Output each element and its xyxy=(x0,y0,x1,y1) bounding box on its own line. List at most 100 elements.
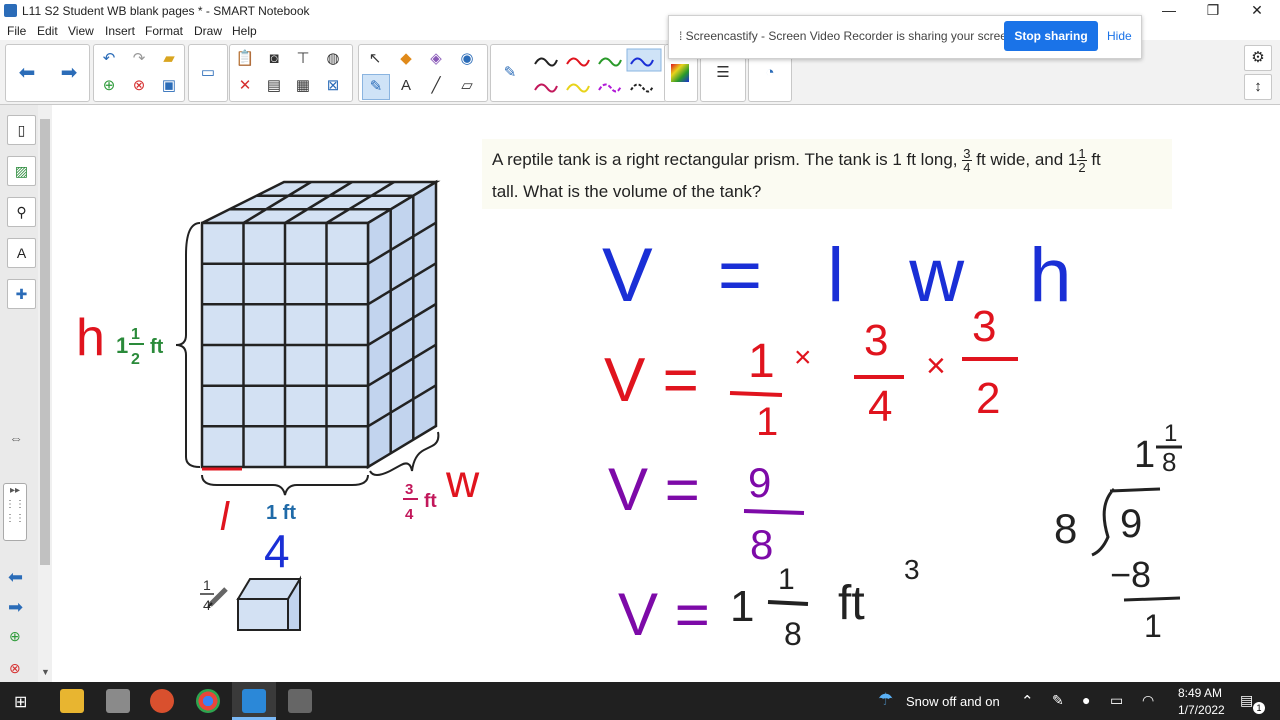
paste-icon[interactable]: 📋 xyxy=(232,47,258,71)
svg-text:−8: −8 xyxy=(1110,554,1151,595)
gallery-icon[interactable]: ▨ xyxy=(7,156,36,186)
equation-substitution: V = 1 1 × 3 4 × 3 2 xyxy=(604,302,1018,444)
properties-icon[interactable]: A xyxy=(7,238,36,268)
save-icon[interactable]: ▣ xyxy=(156,74,182,98)
menu-edit[interactable]: Edit xyxy=(37,24,58,38)
pen-menu-icon[interactable]: ✎ xyxy=(1052,692,1064,709)
svg-text:8: 8 xyxy=(750,521,773,568)
hide-button[interactable]: Hide xyxy=(1107,29,1132,43)
svg-text:V =: V = xyxy=(604,346,699,415)
svg-text:×: × xyxy=(794,341,812,374)
smart-tools-icon[interactable]: ◍ xyxy=(320,47,346,71)
eraser-icon[interactable]: ◈ xyxy=(423,47,449,71)
svg-text:3: 3 xyxy=(405,481,413,498)
line-style-icon[interactable]: ☰ xyxy=(710,61,736,85)
next-page-icon[interactable]: ➡ xyxy=(56,61,82,85)
menu-file[interactable]: File xyxy=(7,24,26,38)
menu-draw[interactable]: Draw xyxy=(194,24,222,38)
previous-page-sidebar-icon[interactable]: ⬅ xyxy=(8,567,23,588)
settings-gear-icon[interactable]: ⚙ xyxy=(1244,45,1272,71)
vertical-scrollbar[interactable]: ▼ xyxy=(38,105,52,682)
screen-capture-icon[interactable]: ◙ xyxy=(261,47,287,71)
camera-app-icon[interactable] xyxy=(288,689,312,713)
eraser-tool-icon[interactable]: ▱ xyxy=(454,74,480,98)
table-icon[interactable]: ▦ xyxy=(290,74,316,98)
start-windows-icon[interactable]: ⊞ xyxy=(14,692,27,712)
svg-text:1: 1 xyxy=(1164,420,1177,447)
svg-text:4: 4 xyxy=(405,506,414,523)
resize-sidebar-icon[interactable]: ⇔ xyxy=(9,430,23,446)
pens-icon[interactable]: ✎ xyxy=(362,74,390,100)
collapse-handle-icon[interactable]: ▸▸ ⋮⋮ ⋮⋮ xyxy=(3,483,27,541)
display-screen-icon[interactable]: ▭ xyxy=(195,61,221,85)
width-label: 3 4 ft xyxy=(403,481,437,523)
menu-help[interactable]: Help xyxy=(232,24,257,38)
clock-time[interactable]: 8:49 AM xyxy=(1178,686,1222,700)
move-toolbar-icon[interactable]: ↕ xyxy=(1244,74,1272,100)
add-page-sidebar-icon[interactable]: ⊕ xyxy=(9,628,21,645)
show-hidden-icons-icon[interactable]: ⌃ xyxy=(1021,692,1034,710)
svg-text:8: 8 xyxy=(1054,505,1077,552)
attachments-icon[interactable]: ⚲ xyxy=(7,197,36,227)
weather-umbrella-icon[interactable]: ☂ xyxy=(878,690,893,710)
menu-insert[interactable]: Insert xyxy=(105,24,135,38)
restore-icon[interactable]: ❐ xyxy=(1190,0,1236,22)
svg-text:3: 3 xyxy=(904,554,920,585)
screen-sharing-notification: ⁞ Screencastify - Screen Video Recorder … xyxy=(668,15,1142,59)
pen-color-swatches[interactable] xyxy=(529,48,664,98)
next-page-sidebar-icon[interactable]: ➡ xyxy=(8,597,23,618)
unit-cube-label: 1 4 xyxy=(200,577,214,613)
svg-text:ft: ft xyxy=(838,577,865,630)
windows-taskbar: ⊞ ☂ Snow off and on ⌃ ✎ ● ▭ ◠ 8:49 AM 1/… xyxy=(0,682,1280,720)
pen-type-icon[interactable]: ✎ xyxy=(497,61,523,85)
line-icon[interactable]: ╱ xyxy=(423,74,449,98)
previous-page-icon[interactable]: ⬅ xyxy=(14,61,40,85)
close-window-icon[interactable]: ✕ xyxy=(1234,0,1280,22)
weather-text[interactable]: Snow off and on xyxy=(906,694,1000,709)
smart-notebook-taskbar-icon[interactable] xyxy=(242,689,266,713)
document-camera-icon[interactable]: ⊤ xyxy=(290,47,316,71)
battery-icon[interactable]: ▭ xyxy=(1110,692,1123,709)
menu-format[interactable]: Format xyxy=(145,24,183,38)
long-division: 1 1 8 8 9 −8 1 xyxy=(1054,420,1182,644)
svg-text:ft: ft xyxy=(424,491,437,512)
microphone-icon[interactable]: ● xyxy=(1082,692,1090,708)
file-explorer-icon[interactable] xyxy=(60,689,84,713)
menu-view[interactable]: View xyxy=(68,24,94,38)
snipping-tool-icon[interactable] xyxy=(106,689,130,713)
text-icon[interactable]: A xyxy=(393,74,419,98)
page-sorter-icon[interactable]: ▯ xyxy=(7,115,36,145)
notebook-page-canvas[interactable]: A reptile tank is a right rectangular pr… xyxy=(52,105,1280,682)
svg-text:1: 1 xyxy=(131,326,140,343)
stop-sharing-button[interactable]: Stop sharing xyxy=(1004,21,1098,51)
color-palette-icon[interactable] xyxy=(671,64,689,82)
svg-text:1: 1 xyxy=(1134,434,1155,476)
delete-page-icon[interactable]: ⊗ xyxy=(126,74,152,98)
select-arrow-icon[interactable]: ↖ xyxy=(362,47,388,71)
shapes-icon[interactable]: ◆ xyxy=(393,47,419,71)
delete-page-sidebar-icon[interactable]: ⊗ xyxy=(9,660,21,677)
puzzle-app-icon[interactable] xyxy=(150,689,174,713)
scroll-down-icon[interactable]: ▼ xyxy=(41,667,50,677)
delete-icon[interactable]: ✕ xyxy=(232,74,258,98)
notification-center-icon[interactable]: ▤ xyxy=(1240,692,1253,709)
svg-text:V =: V = xyxy=(608,456,700,523)
open-folder-icon[interactable]: ▰ xyxy=(156,47,182,71)
transparency-icon[interactable]: ◔ xyxy=(757,61,783,85)
network-icon[interactable]: ◠ xyxy=(1142,692,1154,709)
redo-icon[interactable]: ↷ xyxy=(126,47,152,71)
chrome-icon[interactable] xyxy=(196,689,220,713)
clock-date[interactable]: 1/7/2022 xyxy=(1178,703,1225,717)
svg-text:9: 9 xyxy=(748,459,771,506)
add-page-icon[interactable]: ⊕ xyxy=(96,74,122,98)
undo-icon[interactable]: ↶ xyxy=(96,47,122,71)
svg-text:1: 1 xyxy=(116,333,128,358)
add-ons-icon[interactable]: ✚ xyxy=(7,279,36,309)
full-screen-icon[interactable]: ⊠ xyxy=(320,74,346,98)
minimize-icon[interactable]: — xyxy=(1146,0,1192,22)
screen-shade-icon[interactable]: ▤ xyxy=(261,74,287,98)
smart-notebook-app-icon xyxy=(4,4,17,17)
svg-text:8: 8 xyxy=(1162,447,1176,477)
fill-icon[interactable]: ◉ xyxy=(454,47,480,71)
scrollbar-thumb[interactable] xyxy=(40,119,50,565)
